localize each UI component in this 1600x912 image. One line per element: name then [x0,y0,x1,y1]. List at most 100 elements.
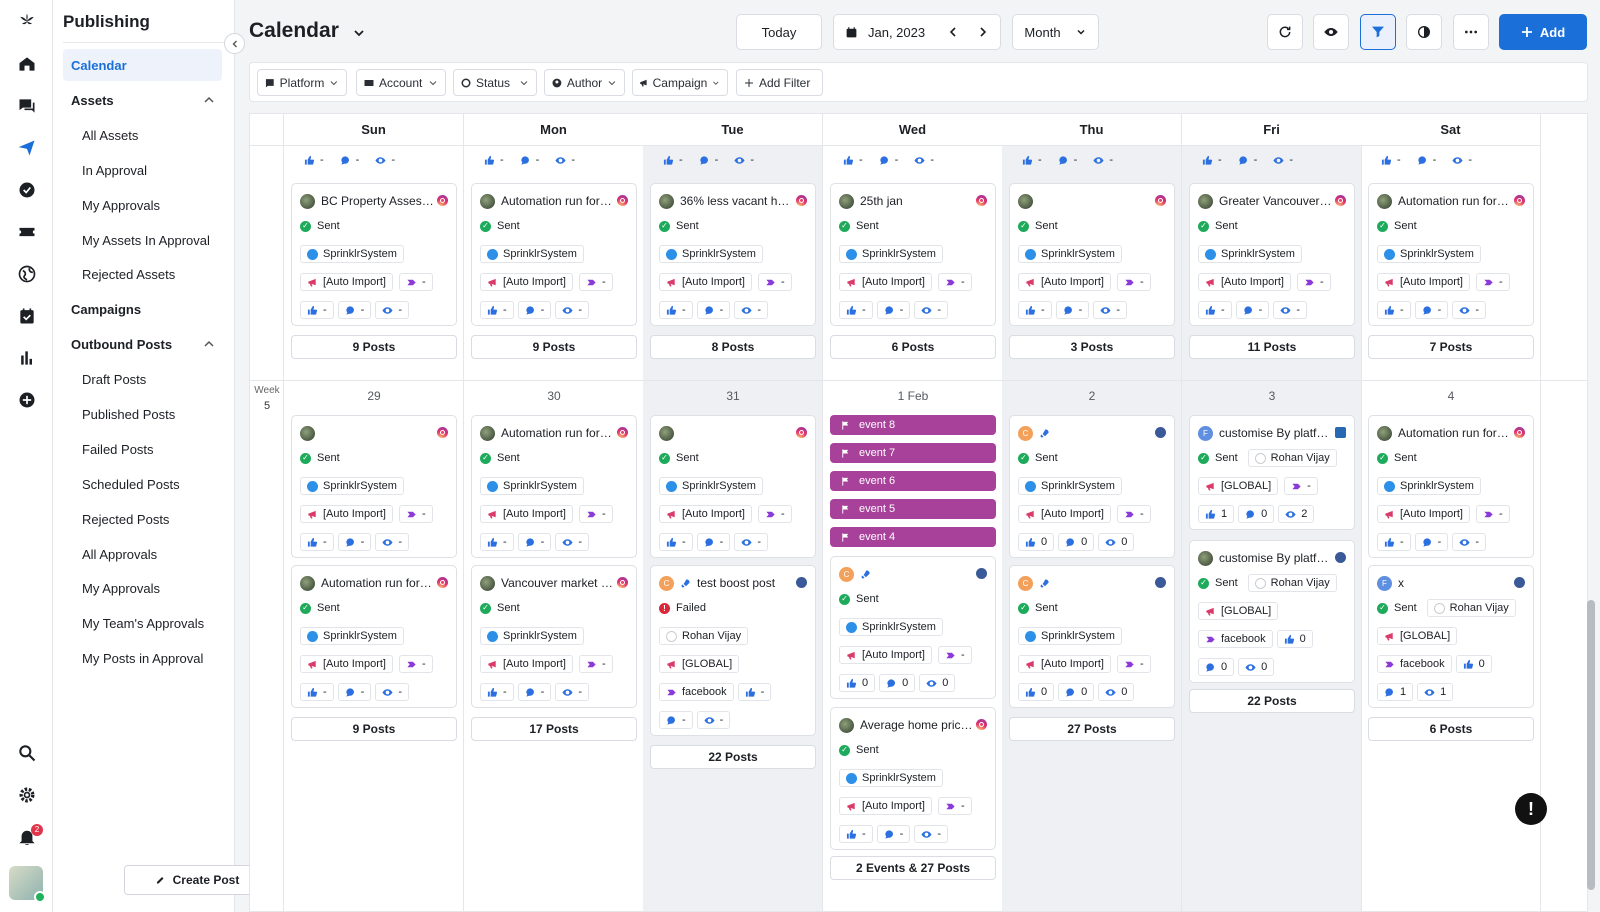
post-card[interactable]: Automation run for l... Sent SprinklrSyste… [1368,183,1534,326]
author-tag[interactable]: SprinklrSystem [1018,477,1122,495]
post-count[interactable]: 7 Posts [1368,335,1534,359]
author-tag[interactable]: SprinklrSystem [659,477,763,495]
filter-status[interactable]: Status [453,69,537,96]
campaign-tag[interactable]: [Auto Import] [659,505,752,523]
sidebar-item-campaigns[interactable]: Campaigns [63,293,222,325]
author-tag[interactable]: Rohan Vijay [659,627,749,645]
post-card[interactable]: Sent SprinklrSystem [Auto Import] - - - - [1009,183,1175,326]
campaign-tag[interactable]: [GLOBAL] [1198,602,1279,620]
date-picker[interactable]: Jan, 2023 [833,14,1001,50]
sidebar-item-in-approval[interactable]: In Approval [63,154,222,186]
post-count[interactable]: 2 Events & 27 Posts [830,856,996,880]
sidebar-item-published-posts[interactable]: Published Posts [63,398,222,430]
campaign-tag[interactable]: [Auto Import] [1198,273,1291,291]
campaign-tag[interactable]: [Auto Import] [300,655,393,673]
sidebar-item-draft-posts[interactable]: Draft Posts [63,363,222,395]
post-card[interactable]: 25th jan Sent SprinklrSystem [Auto Import] -… [830,183,996,326]
gear-icon[interactable] [14,782,39,807]
post-card[interactable]: CSent SprinklrSystem [Auto Import] - 0 0 0 [830,556,996,699]
post-count[interactable]: 22 Posts [650,745,816,769]
campaign-tag[interactable]: [Auto Import] [839,646,932,664]
label-tag[interactable]: - [1475,273,1510,291]
sidebar-item-my-approvals[interactable]: My Approvals [63,572,222,604]
post-card[interactable]: Sent SprinklrSystem [Auto Import] - - - - [650,415,816,558]
post-count[interactable]: 9 Posts [291,717,457,741]
sidebar-item-rejected-assets[interactable]: Rejected Assets [63,258,222,290]
search-icon[interactable] [14,740,39,765]
campaign-tag[interactable]: [GLOBAL] [1198,477,1279,495]
next-month-icon[interactable] [976,25,990,39]
label-tag[interactable]: - [578,273,613,291]
sidebar-item-my-approvals[interactable]: My Approvals [63,189,222,221]
date-number[interactable]: 2 [1002,389,1182,403]
campaign-tag[interactable]: [Auto Import] [659,273,752,291]
post-card[interactable]: FxSentRohan Vijay[GLOBAL]facebook011 [1368,565,1534,708]
send-icon[interactable] [14,135,39,160]
author-tag[interactable]: SprinklrSystem [480,245,584,263]
bar-chart-icon[interactable] [14,345,39,370]
sidebar-item-failed-posts[interactable]: Failed Posts [63,433,222,465]
campaign-tag[interactable]: [Auto Import] [480,505,573,523]
campaign-tag[interactable]: [Auto Import] [1018,505,1111,523]
label-tag[interactable]: - [1116,655,1151,673]
label-tag[interactable]: - [398,505,433,523]
label-tag[interactable]: - [937,646,972,664]
post-count[interactable]: 8 Posts [650,335,816,359]
label-tag[interactable]: - [937,797,972,815]
author-tag[interactable]: Rohan Vijay [1247,574,1337,592]
chat-icon[interactable] [14,93,39,118]
more-button[interactable] [1453,14,1489,50]
sidebar-item-my-assets-in-approval[interactable]: My Assets In Approval [63,224,222,256]
author-tag[interactable]: SprinklrSystem [480,477,584,495]
globe-icon[interactable] [14,261,39,286]
post-card[interactable]: Average home price ... Sent SprinklrSystem… [830,707,996,850]
date-number[interactable]: 3 [1182,389,1362,403]
author-tag[interactable]: SprinklrSystem [300,477,404,495]
author-tag[interactable]: SprinklrSystem [1198,245,1302,263]
sidebar-item-all-assets[interactable]: All Assets [63,119,222,151]
calendar-event[interactable]: event 4 [830,527,996,547]
sidebar-item-calendar[interactable]: Calendar [63,49,222,81]
home-icon[interactable] [14,51,39,76]
campaign-tag[interactable]: [Auto Import] [480,273,573,291]
help-button[interactable]: ! [1515,793,1547,825]
label-tag[interactable]: - [937,273,972,291]
label-tag[interactable]: - [1284,477,1318,495]
filter-button[interactable] [1360,14,1396,50]
calendar-event[interactable]: event 7 [830,443,996,463]
author-tag[interactable]: SprinklrSystem [1018,627,1122,645]
date-number[interactable]: 1 Feb [823,389,1003,403]
post-count[interactable]: 27 Posts [1009,717,1175,741]
author-tag[interactable]: SprinklrSystem [1377,245,1481,263]
date-number[interactable]: 4 [1361,389,1541,403]
label-tag[interactable]: - [398,655,433,673]
post-card[interactable]: Automation run for l... Sent SprinklrSyste… [1368,415,1534,558]
post-count[interactable]: 22 Posts [1189,689,1355,713]
author-tag[interactable]: SprinklrSystem [300,245,404,263]
sidebar-item-my-posts-in-approval[interactable]: My Posts in Approval [63,642,222,674]
post-card[interactable]: Ctest boost post Failed Rohan Vijay [GLOBAL… [650,565,816,736]
date-number[interactable]: 30 [464,389,644,403]
author-tag[interactable]: SprinklrSystem [480,627,584,645]
campaign-tag[interactable]: [Auto Import] [839,797,932,815]
post-card[interactable]: 36% less vacant ho... Sent SprinklrSystem [… [650,183,816,326]
post-card[interactable]: Fcustomise By platfor... Sent Rohan Vijay [… [1189,415,1355,530]
campaign-tag[interactable]: [Auto Import] [1377,273,1470,291]
date-number[interactable]: 29 [284,389,464,403]
post-card[interactable]: CSent SprinklrSystem [Auto Import] - 0 0 0 [1009,415,1175,558]
scrollbar[interactable] [1587,600,1595,890]
post-card[interactable]: Automation run for l... Sent SprinklrSyste… [471,415,637,558]
chevron-up-icon[interactable] [202,337,216,351]
label-tag[interactable]: - [1475,505,1510,523]
plus-circle-icon[interactable] [14,387,39,412]
add-filter-button[interactable]: Add Filter [736,69,823,96]
author-tag[interactable]: SprinklrSystem [839,245,943,263]
filter-platform[interactable]: Platform [257,69,347,96]
sidebar-item-all-approvals[interactable]: All Approvals [63,538,222,570]
label-tag[interactable]: - [578,655,613,673]
sidebar-item-assets[interactable]: Assets [63,84,222,116]
author-tag[interactable]: SprinklrSystem [1377,477,1481,495]
theme-button[interactable] [1406,14,1442,50]
filter-author[interactable]: Author [544,69,625,96]
sidebar-item-my-team-s-approvals[interactable]: My Team's Approvals [63,607,222,639]
